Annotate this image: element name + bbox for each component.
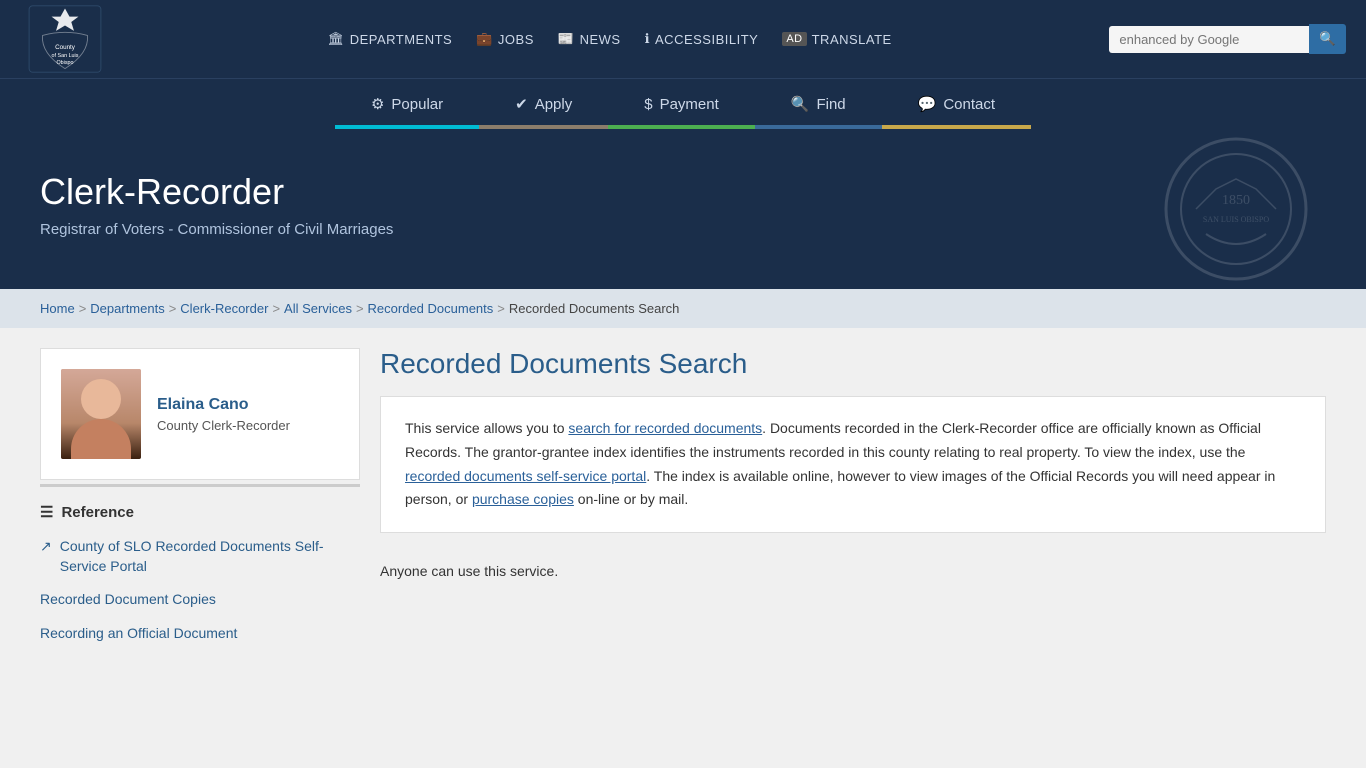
breadcrumb-sep-4: > xyxy=(356,301,364,316)
info-intro: This service allows you to xyxy=(405,420,568,436)
self-service-portal-link[interactable]: recorded documents self-service portal xyxy=(405,468,646,484)
search-input[interactable] xyxy=(1109,26,1309,53)
svg-text:Obispo: Obispo xyxy=(56,60,73,66)
breadcrumb: Home > Departments > Clerk-Recorder > Al… xyxy=(0,289,1366,328)
content-area: Elaina Cano County Clerk-Recorder ☰ Refe… xyxy=(0,328,1366,728)
purchase-copies-link[interactable]: purchase copies xyxy=(472,491,574,507)
info-icon: ℹ xyxy=(645,31,650,47)
departments-link[interactable]: 🏛 DEPARTMENTS xyxy=(328,31,453,47)
hero-subtitle: Registrar of Voters - Commissioner of Ci… xyxy=(40,221,1326,238)
anyone-text: Anyone can use this service. xyxy=(380,553,1326,589)
jobs-link[interactable]: 💼 JOBS xyxy=(476,31,534,47)
newspaper-icon: 📰 xyxy=(558,31,575,47)
breadcrumb-departments[interactable]: Departments xyxy=(90,301,164,316)
breadcrumb-sep-2: > xyxy=(169,301,177,316)
dollar-icon: $ xyxy=(644,96,652,113)
page-title: Recorded Documents Search xyxy=(380,348,1326,380)
svg-text:of San Luis: of San Luis xyxy=(52,53,79,59)
svg-text:County: County xyxy=(55,44,76,51)
breadcrumb-all-services[interactable]: All Services xyxy=(284,301,352,316)
popular-nav-item[interactable]: ⚙ Popular xyxy=(335,79,479,129)
briefcase-icon: 💼 xyxy=(476,31,493,47)
breadcrumb-sep-1: > xyxy=(79,301,87,316)
search-button[interactable]: 🔍 xyxy=(1309,24,1346,54)
chat-icon: 💬 xyxy=(918,95,937,113)
search-link[interactable]: search for recorded documents xyxy=(568,420,762,436)
breadcrumb-clerk-recorder[interactable]: Clerk-Recorder xyxy=(180,301,268,316)
external-link-icon: ↗ xyxy=(40,537,52,557)
sidebar-link-copies[interactable]: Recorded Document Copies xyxy=(40,590,360,610)
translate-link[interactable]: AD TRANSLATE xyxy=(782,32,891,47)
find-nav-item[interactable]: 🔍 Find xyxy=(755,79,882,129)
county-seal: 1850 SAN LUIS OBISPO xyxy=(1146,134,1326,284)
gear-icon: ⚙ xyxy=(371,95,384,113)
sidebar-link-recording[interactable]: Recording an Official Document xyxy=(40,624,360,644)
main-navigation: ⚙ Popular ✔ Apply $ Payment 🔍 Find 💬 Con… xyxy=(0,78,1366,129)
news-link[interactable]: 📰 NEWS xyxy=(558,31,621,47)
hero-banner: Clerk-Recorder Registrar of Voters - Com… xyxy=(0,129,1366,289)
breadcrumb-current: Recorded Documents Search xyxy=(509,301,680,316)
staff-card: Elaina Cano County Clerk-Recorder xyxy=(40,348,360,480)
top-links: 🏛 DEPARTMENTS 💼 JOBS 📰 NEWS ℹ ACCESSIBIL… xyxy=(110,31,1109,47)
staff-info: Elaina Cano County Clerk-Recorder xyxy=(157,396,290,433)
sidebar-divider xyxy=(40,484,360,487)
accessibility-link[interactable]: ℹ ACCESSIBILITY xyxy=(645,31,759,47)
top-navigation: County of San Luis Obispo 🏛 DEPARTMENTS … xyxy=(0,0,1366,78)
checkmark-icon: ✔ xyxy=(515,95,528,113)
find-search-icon: 🔍 xyxy=(791,95,810,113)
sidebar-reference-heading: ☰ Reference xyxy=(40,503,360,521)
staff-photo xyxy=(61,369,141,459)
sidebar: Elaina Cano County Clerk-Recorder ☰ Refe… xyxy=(40,348,360,708)
breadcrumb-sep-3: > xyxy=(272,301,280,316)
main-content: Recorded Documents Search This service a… xyxy=(380,348,1326,708)
breadcrumb-home[interactable]: Home xyxy=(40,301,75,316)
staff-name: Elaina Cano xyxy=(157,396,290,414)
apply-nav-item[interactable]: ✔ Apply xyxy=(479,79,608,129)
svg-text:1850: 1850 xyxy=(1222,193,1250,208)
payment-nav-item[interactable]: $ Payment xyxy=(608,79,755,129)
svg-text:SAN LUIS OBISPO: SAN LUIS OBISPO xyxy=(1203,215,1269,224)
contact-nav-item[interactable]: 💬 Contact xyxy=(882,79,1031,129)
search-icon: 🔍 xyxy=(1319,31,1336,46)
hero-title: Clerk-Recorder xyxy=(40,171,1326,213)
sidebar-link-self-service[interactable]: ↗ County of SLO Recorded Documents Self-… xyxy=(40,537,360,576)
logo-area[interactable]: County of San Luis Obispo xyxy=(20,4,110,74)
info-body3: on-line or by mail. xyxy=(574,491,688,507)
bookmark-icon: ☰ xyxy=(40,503,53,521)
info-box: This service allows you to search for re… xyxy=(380,396,1326,533)
breadcrumb-recorded-documents[interactable]: Recorded Documents xyxy=(368,301,494,316)
staff-title: County Clerk-Recorder xyxy=(157,418,290,433)
breadcrumb-sep-5: > xyxy=(497,301,505,316)
building-icon: 🏛 xyxy=(328,31,345,47)
translate-icon: AD xyxy=(782,32,806,46)
search-area: 🔍 xyxy=(1109,24,1346,54)
